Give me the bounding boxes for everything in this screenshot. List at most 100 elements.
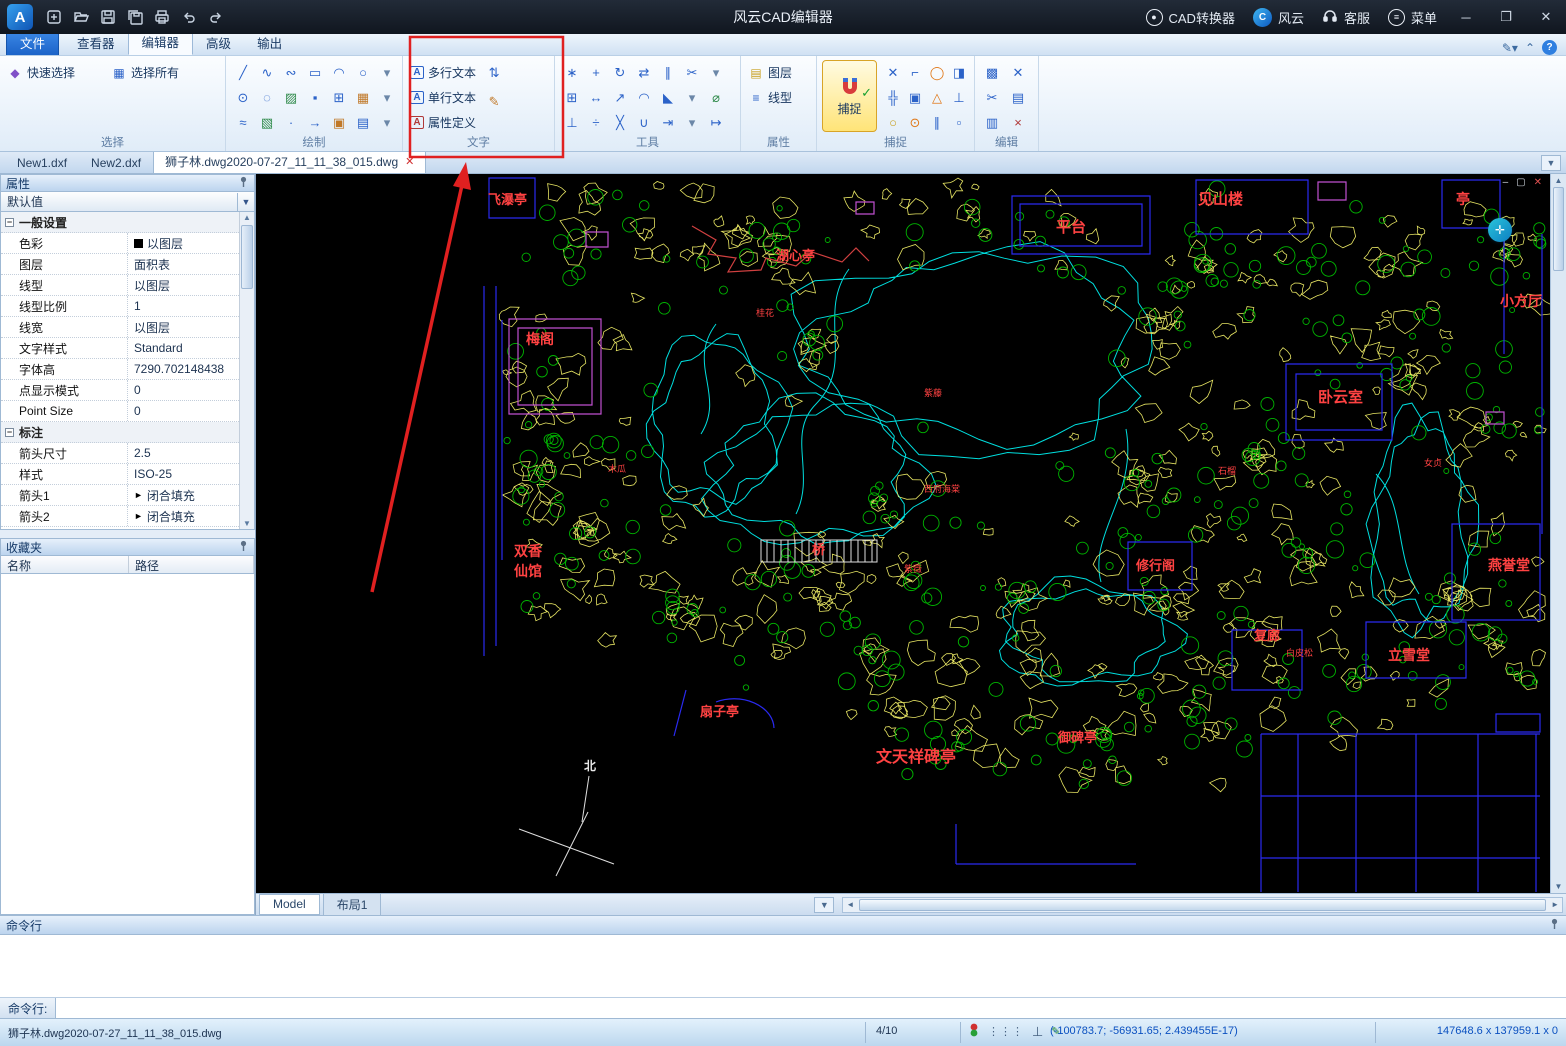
property-value[interactable]: 以图层 — [127, 275, 239, 295]
draw-dropdown[interactable]: ▾ — [375, 85, 399, 110]
tool-offset[interactable]: ∥ — [656, 60, 680, 85]
snap-snap-intersection[interactable]: ╬ — [881, 85, 905, 110]
draw-arc[interactable]: ◠ — [327, 60, 351, 85]
layout-tab-1[interactable]: 布局1 — [322, 892, 382, 917]
draw-dropdown[interactable]: ▾ — [375, 110, 399, 135]
snap-snap-tangent[interactable]: ○ — [881, 110, 905, 135]
tool-break[interactable]: ╳ — [608, 110, 632, 135]
favorites-list[interactable] — [0, 574, 255, 915]
help-icon[interactable]: ? — [1542, 40, 1557, 55]
text-tool-edit-text[interactable]: ✎ — [484, 92, 504, 112]
scroll-up-icon[interactable]: ▲ — [240, 213, 254, 222]
draw-rectangle[interactable]: ▭ — [303, 60, 327, 85]
scroll-thumb[interactable] — [859, 898, 1546, 911]
select-item-0[interactable]: ◆ 快速选择 — [5, 60, 109, 85]
open-button[interactable] — [67, 4, 94, 30]
draw-hatch[interactable]: ▨ — [279, 85, 303, 110]
edit-paste[interactable]: ▤ — [1006, 85, 1030, 110]
canvas-floating-tool-icon[interactable]: ✛ — [1488, 218, 1512, 242]
tool-trim[interactable]: ✂ — [680, 60, 704, 85]
edit-copy-props[interactable]: ▥ — [980, 110, 1004, 135]
customize-pencil-icon[interactable]: ✎▾ — [1502, 41, 1518, 55]
tool-fillet[interactable]: ◠ — [632, 85, 656, 110]
snap-snap-extension[interactable]: ⊙ — [903, 110, 927, 135]
snap-snap-center[interactable]: ◯ — [925, 60, 949, 85]
select-item-1[interactable]: ▦ 选择所有 — [109, 60, 225, 85]
properties-preset-dropdown[interactable]: 默认值 ▼ — [0, 192, 255, 212]
redo-button[interactable] — [202, 4, 229, 30]
tool-align[interactable]: ⊥ — [560, 110, 584, 135]
snap-snap-node[interactable]: ▣ — [903, 85, 927, 110]
draw-ray[interactable]: → — [303, 110, 327, 135]
doc-tab-2[interactable]: 狮子林.dwg2020-07-27_11_11_38_015.dwg ✕ — [153, 149, 427, 173]
ortho-toggle-icon[interactable]: ⊥ — [1032, 1024, 1043, 1040]
scroll-down-icon[interactable]: ▼ — [1551, 882, 1566, 891]
favorites-col-path[interactable]: 路径 — [129, 556, 254, 573]
draw-fill[interactable]: ▧ — [255, 110, 279, 135]
edit-delete[interactable]: ✕ — [1006, 60, 1030, 85]
doc-tab-close-icon[interactable]: ✕ — [405, 155, 414, 168]
tool-measure[interactable]: ⌀ — [704, 85, 728, 110]
snap-snap-endpoint[interactable]: ✕ — [881, 60, 905, 85]
canvas-horizontal-scrollbar[interactable]: ◄ ► — [842, 896, 1563, 913]
draw-revcloud[interactable]: ◌ — [255, 85, 279, 110]
draw-spline[interactable]: ∾ — [279, 60, 303, 85]
draw-table[interactable]: ⊞ — [327, 85, 351, 110]
canvas-vertical-scrollbar[interactable]: ▲ ▼ — [1550, 174, 1566, 893]
save-all-button[interactable] — [121, 4, 148, 30]
scroll-down-icon[interactable]: ▼ — [240, 519, 254, 528]
doc-close-icon[interactable]: ✕ — [1534, 177, 1542, 188]
text-item-0[interactable]: A 多行文本 — [408, 60, 478, 85]
properties-scrollbar[interactable]: ▲ ▼ — [239, 212, 254, 529]
new-button[interactable] — [40, 4, 67, 30]
scroll-up-icon[interactable]: ▲ — [1551, 176, 1566, 185]
text-item-2[interactable]: A 属性定义 — [408, 110, 478, 135]
snap-snap-nearest[interactable]: △ — [925, 85, 949, 110]
command-history[interactable] — [0, 935, 1566, 998]
property-value[interactable]: 1 — [127, 296, 239, 316]
text-item-1[interactable]: A 单行文本 — [408, 85, 478, 110]
undo-button[interactable] — [175, 4, 202, 30]
tool-divide[interactable]: ÷ — [584, 110, 608, 135]
pin-icon[interactable] — [1549, 918, 1560, 933]
property-value[interactable]: 2.5 — [127, 443, 239, 463]
minimize-button[interactable]: ─ — [1446, 0, 1486, 34]
favorites-col-name[interactable]: 名称 — [1, 556, 129, 573]
collapse-icon[interactable]: − — [5, 217, 14, 227]
props-item-0[interactable]: ▤ 图层 — [746, 60, 811, 85]
edit-copy[interactable]: ▩ — [980, 60, 1004, 85]
snap-snap-parallel[interactable]: ∥ — [925, 110, 949, 135]
doc-tab-list-chevron-icon[interactable]: ▼ — [1541, 155, 1561, 171]
menu-button[interactable]: ≡ 菜单 — [1379, 0, 1446, 34]
draw-image[interactable]: ▦ — [351, 85, 375, 110]
property-value[interactable]: Standard — [127, 338, 239, 358]
scroll-thumb[interactable] — [241, 225, 253, 289]
command-input[interactable] — [56, 998, 1566, 1018]
property-value[interactable]: 以图层 — [127, 317, 239, 337]
draw-line[interactable]: ╱ — [231, 60, 255, 85]
pin-icon[interactable] — [238, 176, 249, 191]
draw-circle[interactable]: ○ — [351, 60, 375, 85]
layout-tab-0[interactable]: Model — [259, 894, 320, 915]
print-button[interactable] — [148, 4, 175, 30]
doc-restore-icon[interactable]: ▢ — [1516, 177, 1525, 188]
property-value[interactable]: ISO-25 — [127, 464, 239, 484]
snap-snap-perpendicular[interactable]: ⊥ — [947, 85, 971, 110]
snap-toggle-button[interactable]: ✓ 捕捉 — [822, 60, 877, 132]
grid-toggle-icon[interactable]: ⋮⋮⋮ — [988, 1025, 1024, 1038]
close-button[interactable]: ✕ — [1526, 0, 1566, 34]
draw-ellipse[interactable]: ⊙ — [231, 85, 255, 110]
draw-point[interactable]: ▪ — [303, 85, 327, 110]
converter-button[interactable]: ● CAD转换器 — [1137, 0, 1244, 34]
tool-join[interactable]: ∪ — [632, 110, 656, 135]
doc-tab-1[interactable]: New2.dxf — [79, 152, 153, 173]
tool-dropdown[interactable]: ▾ — [704, 60, 728, 85]
scroll-left-icon[interactable]: ◄ — [846, 900, 854, 909]
chevron-down-icon[interactable]: ▼ — [237, 192, 254, 211]
doc-minimize-icon[interactable]: ‒ — [1503, 177, 1509, 188]
property-value[interactable]: 7290.702148438 — [127, 359, 239, 379]
support-button[interactable]: 客服 — [1313, 0, 1379, 34]
tool-rotate[interactable]: ↻ — [608, 60, 632, 85]
property-value[interactable]: 0 — [127, 401, 239, 421]
tool-dropdown[interactable]: ▾ — [680, 110, 704, 135]
